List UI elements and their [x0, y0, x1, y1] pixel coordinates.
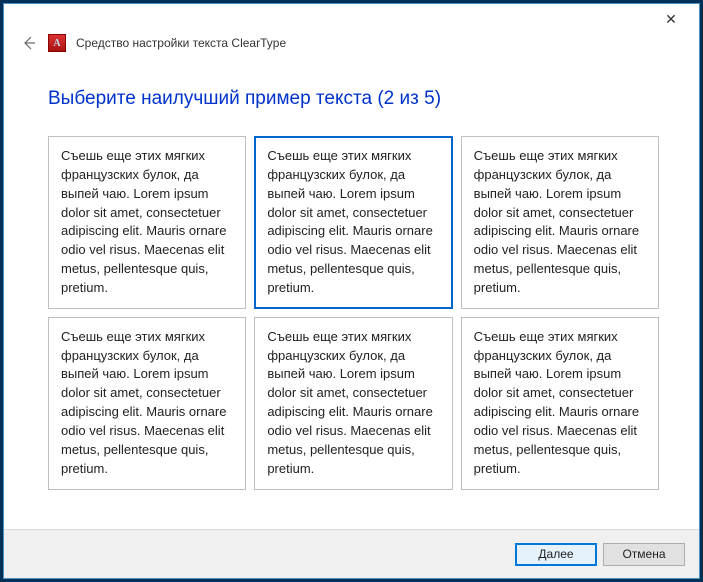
text-sample-6[interactable]: Съешь еще этих мягких французских булок,…	[461, 317, 659, 490]
back-button[interactable]	[20, 34, 38, 52]
content-area: Выберите наилучший пример текста (2 из 5…	[4, 58, 699, 529]
dialog-window: ✕ A Средство настройки текста ClearType …	[3, 3, 700, 579]
text-sample-3[interactable]: Съешь еще этих мягких французских булок,…	[461, 136, 659, 309]
back-arrow-icon	[21, 35, 37, 51]
close-icon: ✕	[665, 11, 677, 28]
next-button[interactable]: Далее	[515, 543, 597, 566]
instruction-heading: Выберите наилучший пример текста (2 из 5…	[48, 88, 659, 110]
text-sample-1[interactable]: Съешь еще этих мягких французских булок,…	[48, 136, 246, 309]
app-icon: A	[48, 34, 66, 52]
close-button[interactable]: ✕	[651, 5, 691, 33]
footer-bar: Далее Отмена	[4, 529, 699, 578]
cancel-button[interactable]: Отмена	[603, 543, 685, 566]
text-sample-4[interactable]: Съешь еще этих мягких французских булок,…	[48, 317, 246, 490]
app-title: Средство настройки текста ClearType	[76, 36, 286, 50]
header-row: A Средство настройки текста ClearType	[4, 34, 699, 58]
titlebar: ✕	[4, 4, 699, 34]
sample-grid: Съешь еще этих мягких французских булок,…	[48, 136, 659, 490]
app-icon-letter: A	[53, 38, 60, 49]
text-sample-5[interactable]: Съешь еще этих мягких французских булок,…	[254, 317, 452, 490]
text-sample-2[interactable]: Съешь еще этих мягких французских булок,…	[254, 136, 452, 309]
